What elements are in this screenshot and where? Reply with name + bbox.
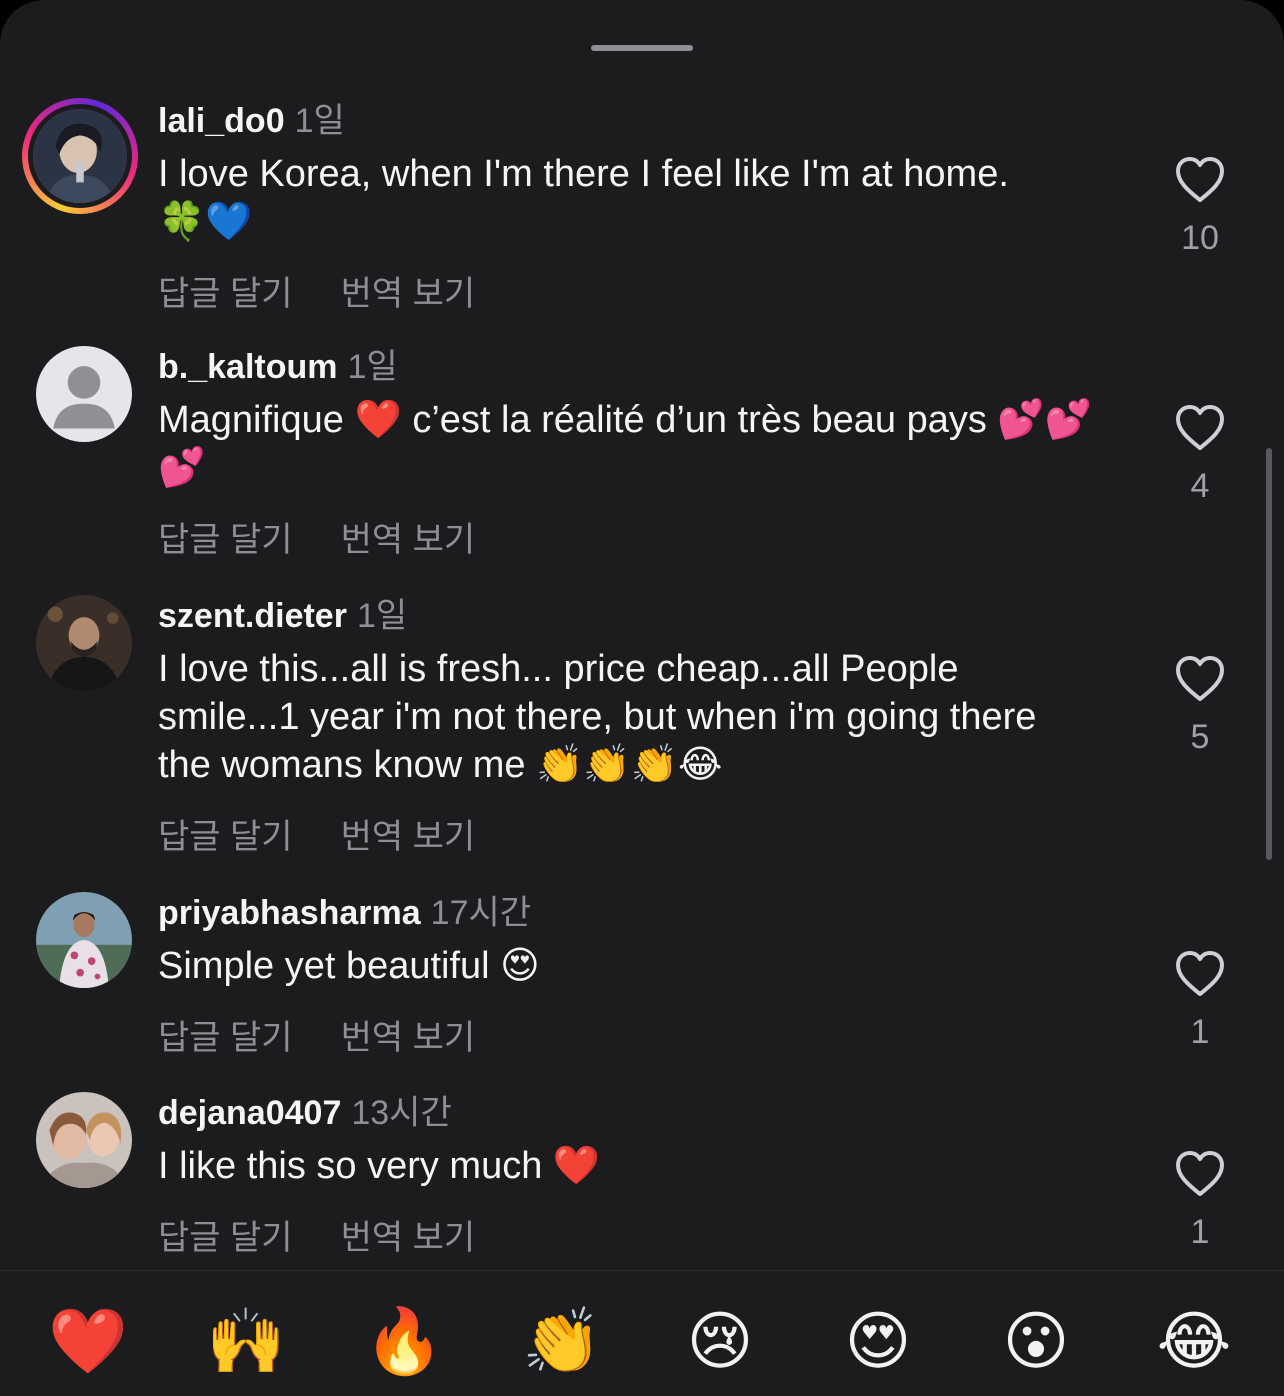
reply-button[interactable]: 답글 달기 (158, 809, 293, 858)
comment-time: 17시간 (430, 894, 532, 932)
emoji-red-heart-button[interactable]: ❤️ (48, 1301, 128, 1381)
comment-actions: 답글 달기 번역 보기 (158, 266, 475, 315)
like-count: 5 (1190, 718, 1210, 756)
avatar[interactable] (36, 595, 132, 691)
like-control: 1 (1172, 1150, 1228, 1252)
comment-time: 1일 (347, 348, 398, 386)
like-control: 10 (1172, 156, 1228, 258)
avatar-story-ring[interactable] (22, 98, 138, 214)
heart-icon[interactable] (1174, 156, 1226, 204)
reply-button[interactable]: 답글 달기 (158, 1210, 293, 1259)
comment-time: 1일 (356, 597, 408, 635)
comment-time: 1일 (294, 102, 345, 140)
comment-actions: 답글 달기 번역 보기 (158, 512, 475, 561)
translate-button[interactable]: 번역 보기 (341, 809, 476, 858)
emoji-clapping-hands-button[interactable]: 👏 (522, 1301, 602, 1381)
comment-actions: 답글 달기 번역 보기 (158, 809, 475, 858)
emoji-heart-eyes-button[interactable]: 😍 (838, 1301, 918, 1381)
comment-header: lali_do0 1일 (158, 100, 345, 142)
translate-button[interactable]: 번역 보기 (341, 266, 476, 315)
sheet-grabber[interactable] (591, 45, 693, 51)
like-control: 5 (1172, 655, 1228, 757)
comment-header: dejana0407 13시간 (158, 1092, 452, 1134)
reply-button[interactable]: 답글 달기 (158, 266, 293, 315)
translate-button[interactable]: 번역 보기 (341, 512, 476, 561)
comment-actions: 답글 달기 번역 보기 (158, 1010, 475, 1059)
like-count: 10 (1181, 219, 1219, 257)
username[interactable]: b._kaltoum (158, 348, 337, 386)
like-count: 4 (1190, 467, 1210, 505)
avatar[interactable] (36, 1092, 132, 1188)
avatar (28, 104, 132, 208)
reply-button[interactable]: 답글 달기 (158, 512, 293, 561)
comment-actions: 답글 달기 번역 보기 (158, 1210, 475, 1259)
username[interactable]: szent.dieter (158, 597, 347, 635)
username[interactable]: lali_do0 (158, 102, 285, 140)
like-count: 1 (1190, 1013, 1210, 1051)
heart-icon[interactable] (1174, 950, 1226, 998)
emoji-surprised-face-button[interactable]: 😮 (996, 1301, 1076, 1381)
like-count: 1 (1190, 1213, 1210, 1251)
translate-button[interactable]: 번역 보기 (341, 1010, 476, 1059)
emoji-fire-button[interactable]: 🔥 (364, 1301, 444, 1381)
comment-text: Simple yet beautiful 😍 (158, 945, 540, 987)
avatar[interactable] (36, 346, 132, 442)
comments-sheet: lali_do0 1일 I love Korea, when I'm there … (0, 0, 1284, 1396)
comment-text: I love Korea, when I'm there I feel like… (158, 153, 1009, 243)
scrollbar[interactable] (1266, 448, 1272, 860)
comment-time: 13시간 (351, 1094, 452, 1132)
heart-icon[interactable] (1174, 1150, 1226, 1198)
comment-text: Magnifique ❤️ c’est la réalité d’un très… (158, 399, 1093, 489)
translate-button[interactable]: 번역 보기 (341, 1210, 476, 1259)
heart-icon[interactable] (1174, 404, 1226, 452)
emoji-tears-of-joy-button[interactable]: 😂 (1154, 1301, 1234, 1381)
like-control: 4 (1172, 404, 1228, 506)
avatar[interactable] (36, 892, 132, 988)
emoji-raising-hands-button[interactable]: 🙌 (206, 1301, 286, 1381)
comment-header: b._kaltoum 1일 (158, 346, 398, 388)
comment-text: I like this so very much ❤️ (158, 1145, 601, 1187)
comment-text: I love this...all is fresh... price chea… (158, 648, 1037, 786)
emoji-crying-face-button[interactable]: 😢 (680, 1301, 760, 1381)
comment-header: szent.dieter 1일 (158, 595, 407, 637)
heart-icon[interactable] (1174, 655, 1226, 703)
emoji-reaction-bar: ❤️ 🙌 🔥 👏 😢 😍 😮 😂 (0, 1270, 1284, 1396)
username[interactable]: priyabhasharma (158, 894, 421, 932)
reply-button[interactable]: 답글 달기 (158, 1010, 293, 1059)
like-control: 1 (1172, 950, 1228, 1052)
comment-header: priyabhasharma 17시간 (158, 892, 531, 934)
username[interactable]: dejana0407 (158, 1094, 341, 1132)
